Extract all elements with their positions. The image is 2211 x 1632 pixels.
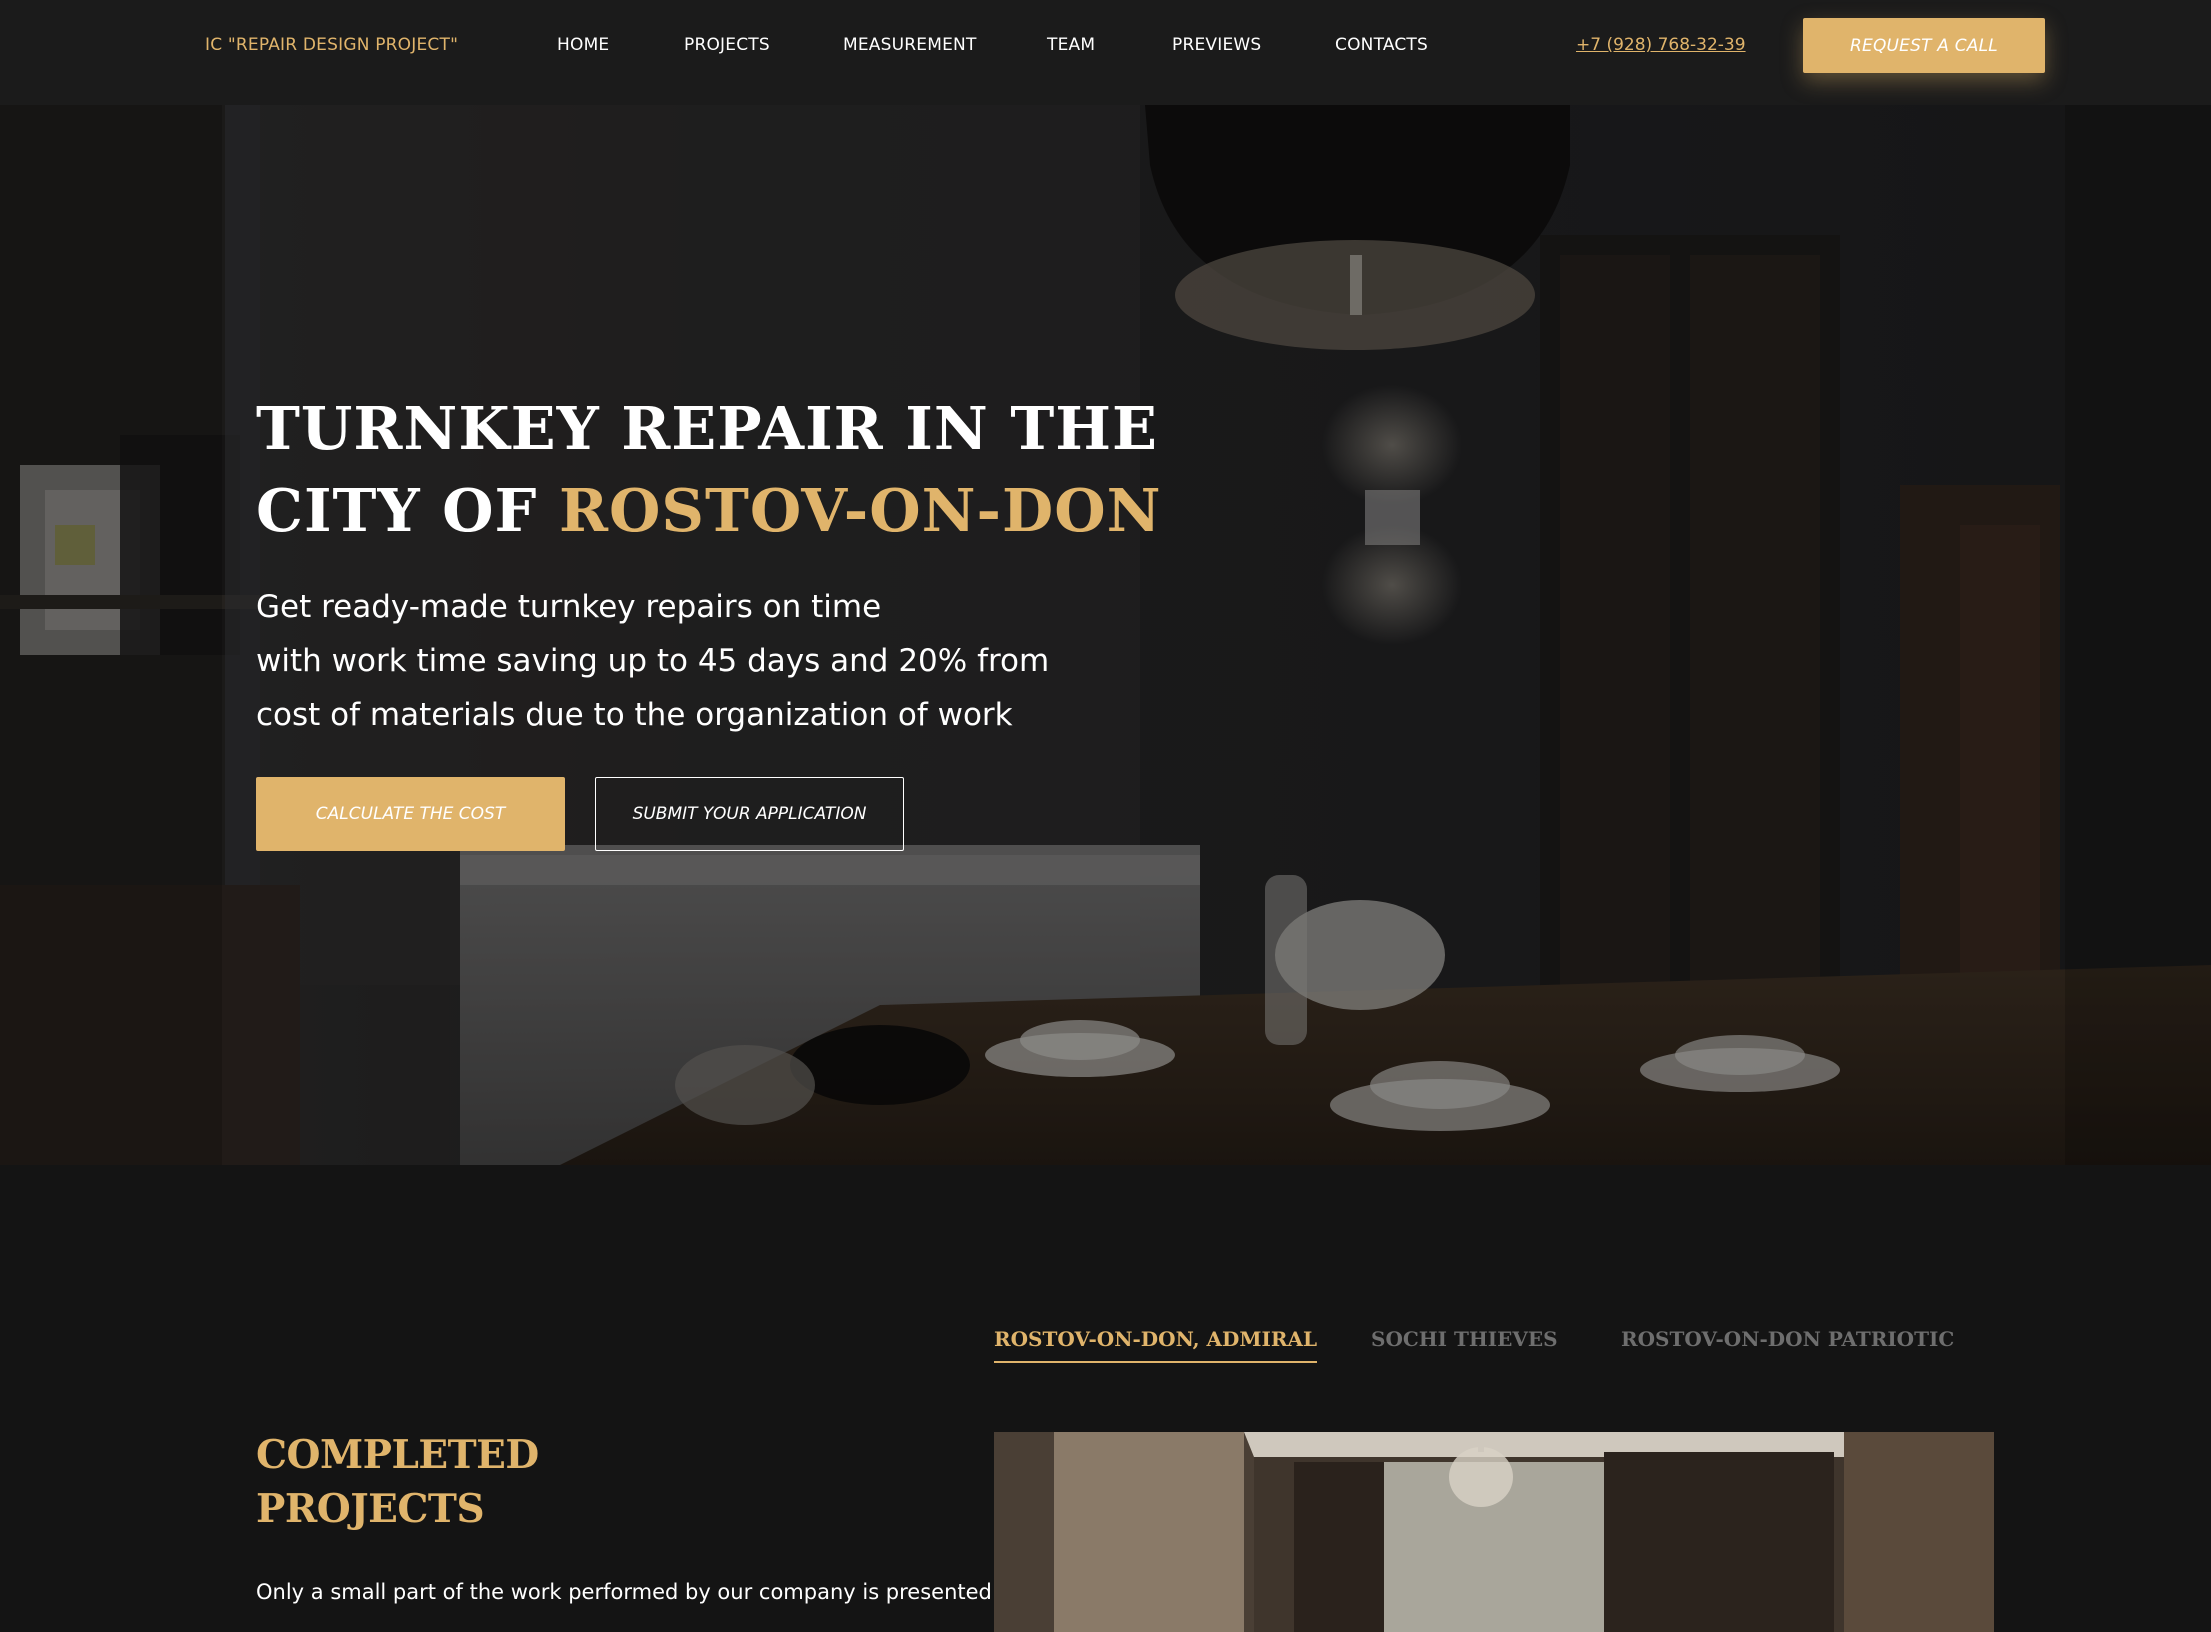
project-image <box>994 1432 1994 1632</box>
completed-projects-section: ROSTOV-ON-DON, ADMIRAL SOCHI THIEVES ROS… <box>0 1165 2211 1632</box>
section-title: COMPLETED PROJECTS <box>256 1428 539 1536</box>
project-image-graphic <box>994 1432 1994 1632</box>
section-title-line: COMPLETED <box>256 1432 539 1478</box>
request-call-button[interactable]: REQUEST A CALL <box>1803 18 2045 73</box>
calculate-cost-button[interactable]: CALCULATE THE COST <box>256 777 565 851</box>
submit-application-button[interactable]: SUBMIT YOUR APPLICATION <box>595 777 904 851</box>
section-description: Only a small part of the work performed … <box>256 1580 992 1604</box>
hero-section: TURNKEY REPAIR IN THE CITY OF ROSTOV-ON-… <box>0 105 2211 1165</box>
hero-title-line2-prefix: CITY OF <box>256 476 559 545</box>
hero-subtitle: Get ready-made turnkey repairs on time w… <box>256 580 1156 742</box>
tab-rostov-patriotic[interactable]: ROSTOV-ON-DON PATRIOTIC <box>1621 1327 1954 1351</box>
nav-team[interactable]: TEAM <box>1047 35 1095 55</box>
hero-subtitle-line: Get ready-made turnkey repairs on time <box>256 589 882 625</box>
hero-subtitle-line: cost of materials due to the organizatio… <box>256 697 1013 733</box>
hero-title-city: ROSTOV-ON-DON <box>558 476 1162 545</box>
nav-home[interactable]: HOME <box>557 35 609 55</box>
tab-sochi-thieves[interactable]: SOCHI THIEVES <box>1371 1327 1558 1351</box>
hero-right-shade <box>2065 105 2211 1165</box>
section-title-line: PROJECTS <box>256 1486 485 1532</box>
nav-contacts[interactable]: CONTACTS <box>1335 35 1428 55</box>
tab-rostov-admiral[interactable]: ROSTOV-ON-DON, ADMIRAL <box>994 1327 1318 1363</box>
nav-previews[interactable]: PREVIEWS <box>1172 35 1261 55</box>
site-header: IC "REPAIR DESIGN PROJECT" HOME PROJECTS… <box>0 0 2211 105</box>
nav-measurement[interactable]: MEASUREMENT <box>843 35 977 55</box>
hero-title: TURNKEY REPAIR IN THE CITY OF ROSTOV-ON-… <box>256 388 1256 552</box>
nav-projects[interactable]: PROJECTS <box>684 35 770 55</box>
phone-link[interactable]: +7 (928) 768-32-39 <box>1576 35 1746 55</box>
hero-title-line1: TURNKEY REPAIR IN THE <box>256 394 1158 463</box>
hero-subtitle-line: with work time saving up to 45 days and … <box>256 643 1050 679</box>
hero-left-shade <box>0 105 222 1165</box>
